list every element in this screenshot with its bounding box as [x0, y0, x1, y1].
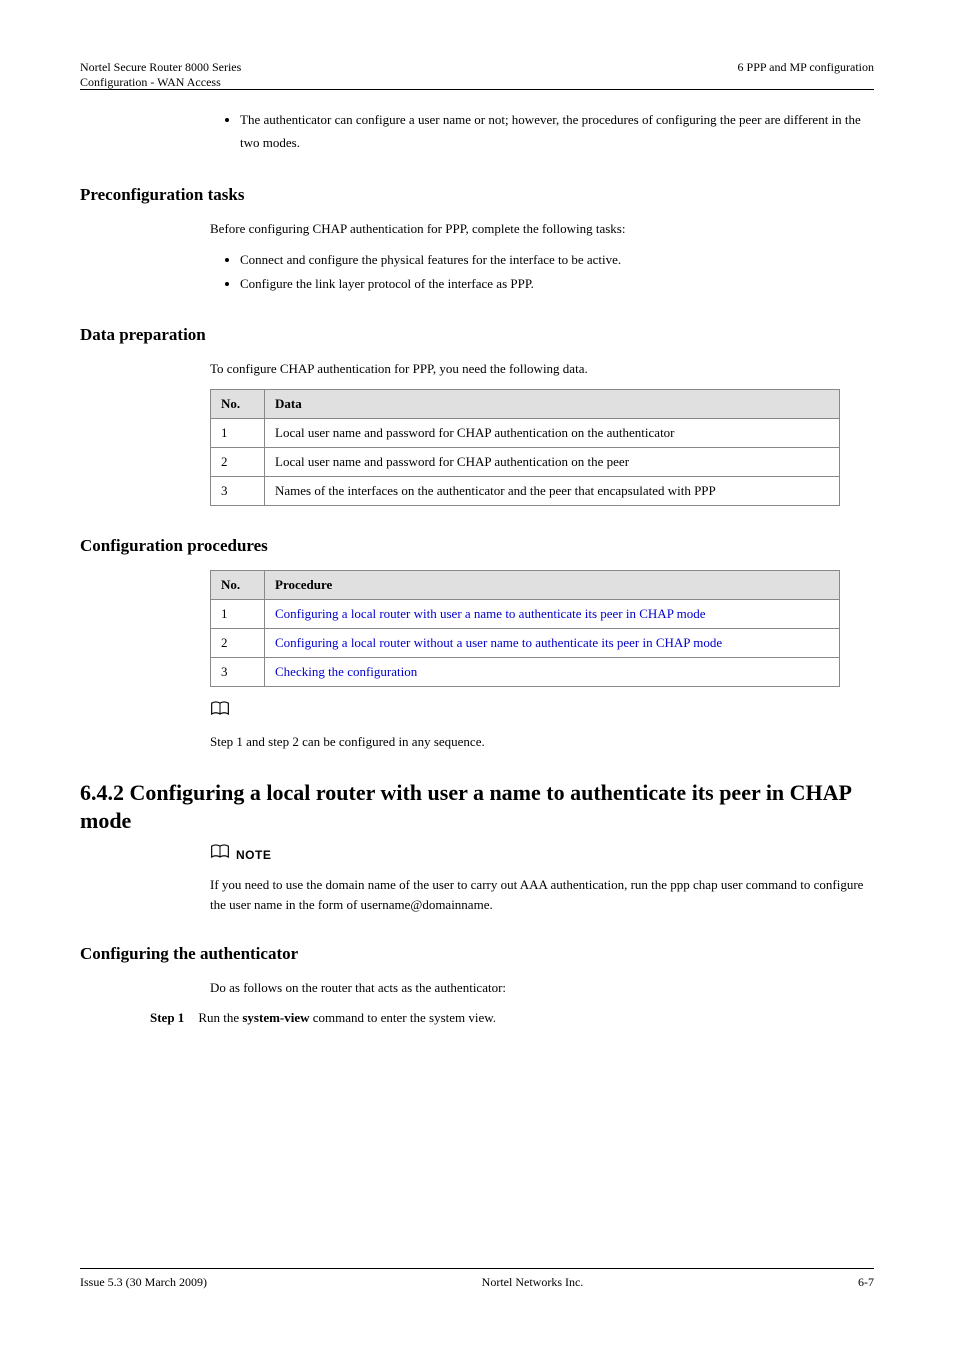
book-icon: [210, 701, 230, 722]
header-left-line2: Configuration - WAN Access: [80, 75, 241, 90]
footer-left: Nortel Networks Inc.: [482, 1275, 584, 1290]
cell-data: Configuring a local router without a use…: [265, 628, 840, 657]
section-title: 6.4.2 Configuring a local router with us…: [80, 779, 874, 834]
table-row: 1 Configuring a local router with user a…: [211, 599, 840, 628]
list-item: Connect and configure the physical featu…: [240, 248, 874, 271]
note-text: Step 1 and step 2 can be configured in a…: [210, 732, 874, 752]
preconfig-intro: Before configuring CHAP authentication f…: [210, 219, 874, 239]
page-footer: Issue 5.3 (30 March 2009) Nortel Network…: [80, 1268, 874, 1290]
configproc-heading: Configuration procedures: [80, 536, 874, 556]
step-suffix: command to enter the system view.: [310, 1010, 497, 1025]
step-row: Step 1 Run the system-view command to en…: [150, 1008, 874, 1028]
command-text: system-view: [242, 1010, 309, 1025]
cell-data: Local user name and password for CHAP au…: [265, 418, 840, 447]
footer-center: 6-7: [858, 1275, 874, 1290]
cell-no: 2: [211, 447, 265, 476]
col-data: Data: [265, 389, 840, 418]
footer-right-line1: Issue 5.3 (30 March 2009): [80, 1275, 207, 1290]
header-right-line2: 6 PPP and MP configuration: [738, 60, 874, 75]
note-callout: NOTE: [210, 844, 874, 865]
authenticator-intro: Do as follows on the router that acts as…: [210, 978, 874, 998]
header-left-line1: Nortel Secure Router 8000 Series: [80, 60, 241, 75]
preconfig-list: Connect and configure the physical featu…: [240, 248, 874, 295]
step-prefix: Run the: [198, 1010, 242, 1025]
note-label: NOTE: [236, 848, 271, 862]
link-text[interactable]: Checking the configuration: [275, 664, 417, 679]
cell-no: 1: [211, 418, 265, 447]
cell-no: 3: [211, 476, 265, 505]
cell-data: Local user name and password for CHAP au…: [265, 447, 840, 476]
cell-no: 2: [211, 628, 265, 657]
configproc-table: No. Procedure 1 Configuring a local rout…: [210, 570, 840, 687]
dataprep-table: No. Data 1 Local user name and password …: [210, 389, 840, 506]
table-row: 3 Names of the interfaces on the authent…: [211, 476, 840, 505]
page-header: Nortel Secure Router 8000 Series Configu…: [80, 60, 874, 90]
table-row: 2 Local user name and password for CHAP …: [211, 447, 840, 476]
preconfig-heading: Preconfiguration tasks: [80, 185, 874, 205]
col-no: No.: [211, 570, 265, 599]
note-icon-only: [210, 701, 874, 722]
cell-data: Names of the interfaces on the authentic…: [265, 476, 840, 505]
link-text[interactable]: Configuring a local router with user a n…: [275, 606, 706, 621]
authenticator-heading: Configuring the authenticator: [80, 944, 874, 964]
table-row: 3 Checking the configuration: [211, 657, 840, 686]
step-body: Run the system-view command to enter the…: [198, 1008, 874, 1028]
step-label: Step 1: [150, 1008, 184, 1028]
list-item: Configure the link layer protocol of the…: [240, 272, 874, 295]
dataprep-intro: To configure CHAP authentication for PPP…: [210, 359, 874, 379]
book-icon: [210, 844, 230, 865]
top-bullet-list: The authenticator can configure a user n…: [240, 108, 874, 155]
footer-right: Issue 5.3 (30 March 2009): [80, 1275, 207, 1290]
link-text[interactable]: Configuring a local router without a use…: [275, 635, 722, 650]
cell-data: Configuring a local router with user a n…: [265, 599, 840, 628]
cell-no: 3: [211, 657, 265, 686]
header-right: 6 PPP and MP configuration: [738, 60, 874, 83]
table-row: 1 Local user name and password for CHAP …: [211, 418, 840, 447]
col-proc: Procedure: [265, 570, 840, 599]
cell-data: Checking the configuration: [265, 657, 840, 686]
cell-no: 1: [211, 599, 265, 628]
dataprep-heading: Data preparation: [80, 325, 874, 345]
note-text: If you need to use the domain name of th…: [210, 875, 874, 914]
header-left: Nortel Secure Router 8000 Series Configu…: [80, 60, 241, 83]
list-item: The authenticator can configure a user n…: [240, 108, 874, 155]
col-no: No.: [211, 389, 265, 418]
table-row: 2 Configuring a local router without a u…: [211, 628, 840, 657]
